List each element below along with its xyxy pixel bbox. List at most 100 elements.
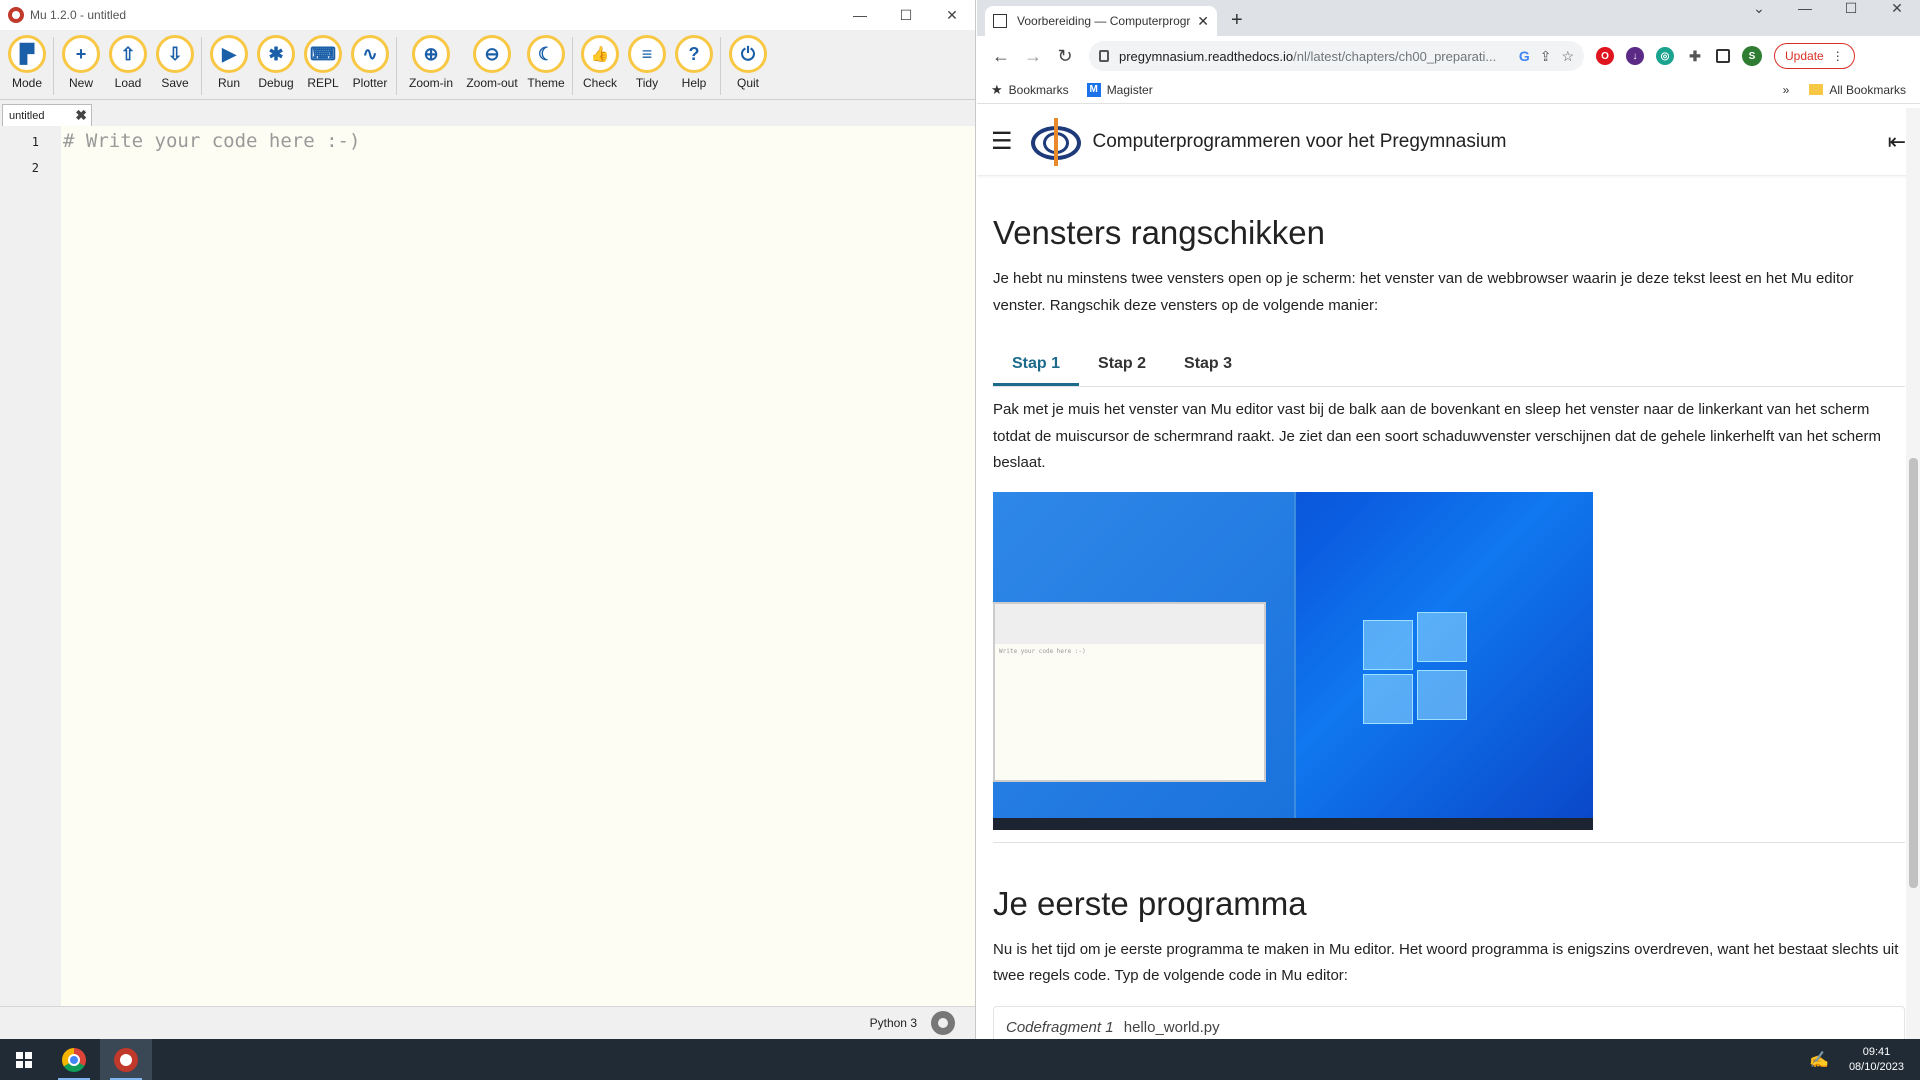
zoom-in-button[interactable]: ⊕ Zoom-in	[401, 35, 461, 90]
check-button[interactable]: 👍 Check	[577, 35, 623, 90]
reload-icon[interactable]: ↻	[1051, 46, 1079, 67]
repl-button[interactable]: ⌨ REPL	[300, 35, 346, 90]
debug-button[interactable]: ✱ Debug	[253, 35, 299, 90]
toolbar-separator	[201, 37, 202, 95]
star-icon: ★	[991, 81, 1003, 97]
tab-search-icon[interactable]: ⌄	[1736, 0, 1782, 16]
tidy-button[interactable]: ≡ Tidy	[624, 35, 670, 90]
new-button[interactable]: + New	[58, 35, 104, 90]
tidy-button-label: Tidy	[635, 76, 659, 90]
mu-status-bar: Python 3	[0, 1006, 975, 1039]
line-number-gutter: 1 2	[0, 126, 61, 1006]
share-icon[interactable]: ⇪	[1540, 48, 1552, 65]
mu-editor-window: Mu 1.2.0 - untitled — ☐ ✕ ▛ Mode + New ⇧ Lo…	[0, 0, 976, 1039]
puzzle-icon[interactable]: ✚	[1686, 47, 1704, 65]
browser-toolbar: ← → ↻ pregymnasium.readthedocs.io/nl/lat…	[977, 36, 1920, 76]
more-icon[interactable]: ⋮	[1832, 49, 1844, 63]
clock-time: 09:41	[1862, 1045, 1891, 1058]
gear-icon[interactable]	[931, 1011, 955, 1035]
power-icon: ⏻	[729, 35, 767, 73]
menu-icon[interactable]: ☰	[991, 127, 1013, 156]
google-icon[interactable]: G	[1519, 48, 1530, 64]
update-button[interactable]: Update ⋮	[1774, 43, 1855, 69]
load-button[interactable]: ⇧ Load	[105, 35, 151, 90]
new-tab-button[interactable]: +	[1231, 9, 1243, 32]
browser-tab[interactable]: Voorbereiding — Computerprogrammeren ✕	[985, 6, 1217, 36]
zoom-in-icon: ⊕	[412, 35, 450, 73]
side-panel-icon[interactable]	[1716, 49, 1730, 63]
site-header: ☰ Computerprogrammeren voor het Pregymna…	[977, 108, 1920, 176]
back-icon[interactable]: ←	[987, 46, 1015, 67]
mu-titlebar[interactable]: Mu 1.2.0 - untitled — ☐ ✕	[0, 0, 975, 30]
clock-date: 08/10/2023	[1848, 1060, 1904, 1073]
line-number: 2	[31, 161, 39, 175]
opera-extension-icon[interactable]: O	[1596, 47, 1614, 65]
quit-button-label: Quit	[736, 76, 759, 90]
article: Vensters rangschikken Je hebt nu minsten…	[993, 176, 1905, 1039]
star-icon[interactable]: ☆	[1561, 48, 1574, 65]
maximize-icon[interactable]: ☐	[883, 7, 929, 24]
mu-toolbar: ▛ Mode + New ⇧ Load ⇩ Save ▶ Run ✱ Debug ⌨ REPL…	[0, 30, 975, 100]
tab-stap-2[interactable]: Stap 2	[1079, 345, 1165, 386]
close-icon[interactable]: ✕	[929, 7, 975, 24]
save-button[interactable]: ⇩ Save	[152, 35, 198, 90]
site-logo[interactable]	[1027, 117, 1085, 166]
upload-icon: ⇧	[109, 35, 147, 73]
theme-button[interactable]: ☾ Theme	[523, 35, 569, 90]
mode-button-label: Mode	[11, 76, 43, 90]
close-tab-icon[interactable]: ✕	[1197, 13, 1209, 30]
bug-icon: ✱	[257, 35, 295, 73]
tab-stap-3[interactable]: Stap 3	[1165, 345, 1251, 386]
lock-icon	[1099, 50, 1109, 62]
close-icon[interactable]: ✕	[1874, 0, 1920, 16]
pen-icon[interactable]: ✍	[1809, 1050, 1829, 1070]
start-button[interactable]	[0, 1039, 48, 1080]
theme-button-label: Theme	[527, 76, 565, 90]
minimize-icon[interactable]: —	[837, 7, 883, 24]
url-path: /nl/latest/chapters/ch00_preparati...	[1293, 48, 1497, 64]
mu-icon	[114, 1047, 138, 1072]
maximize-icon[interactable]: ☐	[1828, 0, 1874, 16]
scrollbar-thumb[interactable]	[1909, 458, 1918, 888]
minimize-icon[interactable]: —	[1782, 0, 1828, 16]
pulse-icon: ∿	[351, 35, 389, 73]
mode-button[interactable]: ▛ Mode	[4, 35, 50, 90]
profile-avatar[interactable]: S	[1742, 46, 1762, 66]
plotter-button[interactable]: ∿ Plotter	[347, 35, 393, 90]
magister-bookmark[interactable]: M Magister	[1086, 82, 1153, 97]
mode-icon: ▛	[8, 35, 46, 73]
address-bar[interactable]: pregymnasium.readthedocs.io/nl/latest/ch…	[1089, 41, 1584, 71]
code-editor[interactable]: 1 2 # Write your code here :-)	[0, 126, 975, 1006]
mode-status-label: Python 3	[869, 1016, 917, 1030]
code-text-area[interactable]: # Write your code here :-)	[61, 126, 975, 1006]
clock[interactable]: 09:41 08/10/2023	[1849, 1045, 1904, 1075]
green-extension-icon[interactable]: ◎	[1656, 47, 1674, 65]
folder-icon	[1809, 84, 1824, 95]
page-scrollbar[interactable]	[1906, 108, 1920, 1039]
site-title[interactable]: Computerprogrammeren voor het Pregymnasi…	[1093, 131, 1507, 153]
mu-tab-bar: untitled ✖	[0, 100, 975, 126]
help-button[interactable]: ? Help	[671, 35, 717, 90]
browser-tab-title: Voorbereiding — Computerprogrammeren	[1017, 14, 1191, 28]
quit-button[interactable]: ⏻ Quit	[725, 35, 771, 90]
plotter-button-label: Plotter	[352, 76, 388, 90]
update-button-label: Update	[1785, 49, 1824, 63]
bookmarks-overflow-icon[interactable]: »	[1783, 83, 1790, 97]
section-heading: Vensters rangschikken	[993, 214, 1326, 251]
table-of-contents-icon[interactable]: ⇤	[1888, 129, 1906, 155]
download-extension-icon[interactable]: ↓	[1626, 47, 1644, 65]
close-tab-icon[interactable]: ✖	[75, 107, 87, 124]
taskbar-chrome[interactable]	[48, 1039, 100, 1080]
zoom-in-button-label: Zoom-in	[408, 76, 453, 90]
run-button[interactable]: ▶ Run	[206, 35, 252, 90]
section-heading: Je eerste programma	[993, 884, 1307, 922]
taskbar-mu[interactable]	[100, 1039, 152, 1080]
program-paragraph: Nu is het tijd om je eerste programma te…	[993, 940, 1899, 985]
bookmarks-item[interactable]: ★ Bookmarks	[991, 82, 1069, 98]
divider	[993, 841, 1905, 843]
tab-stap-1[interactable]: Stap 1	[993, 345, 1080, 386]
zoom-out-button[interactable]: ⊖ Zoom-out	[462, 35, 522, 90]
tab-untitled[interactable]: untitled ✖	[2, 104, 92, 126]
forward-icon[interactable]: →	[1019, 46, 1047, 67]
all-bookmarks-button[interactable]: All Bookmarks	[1829, 83, 1906, 97]
